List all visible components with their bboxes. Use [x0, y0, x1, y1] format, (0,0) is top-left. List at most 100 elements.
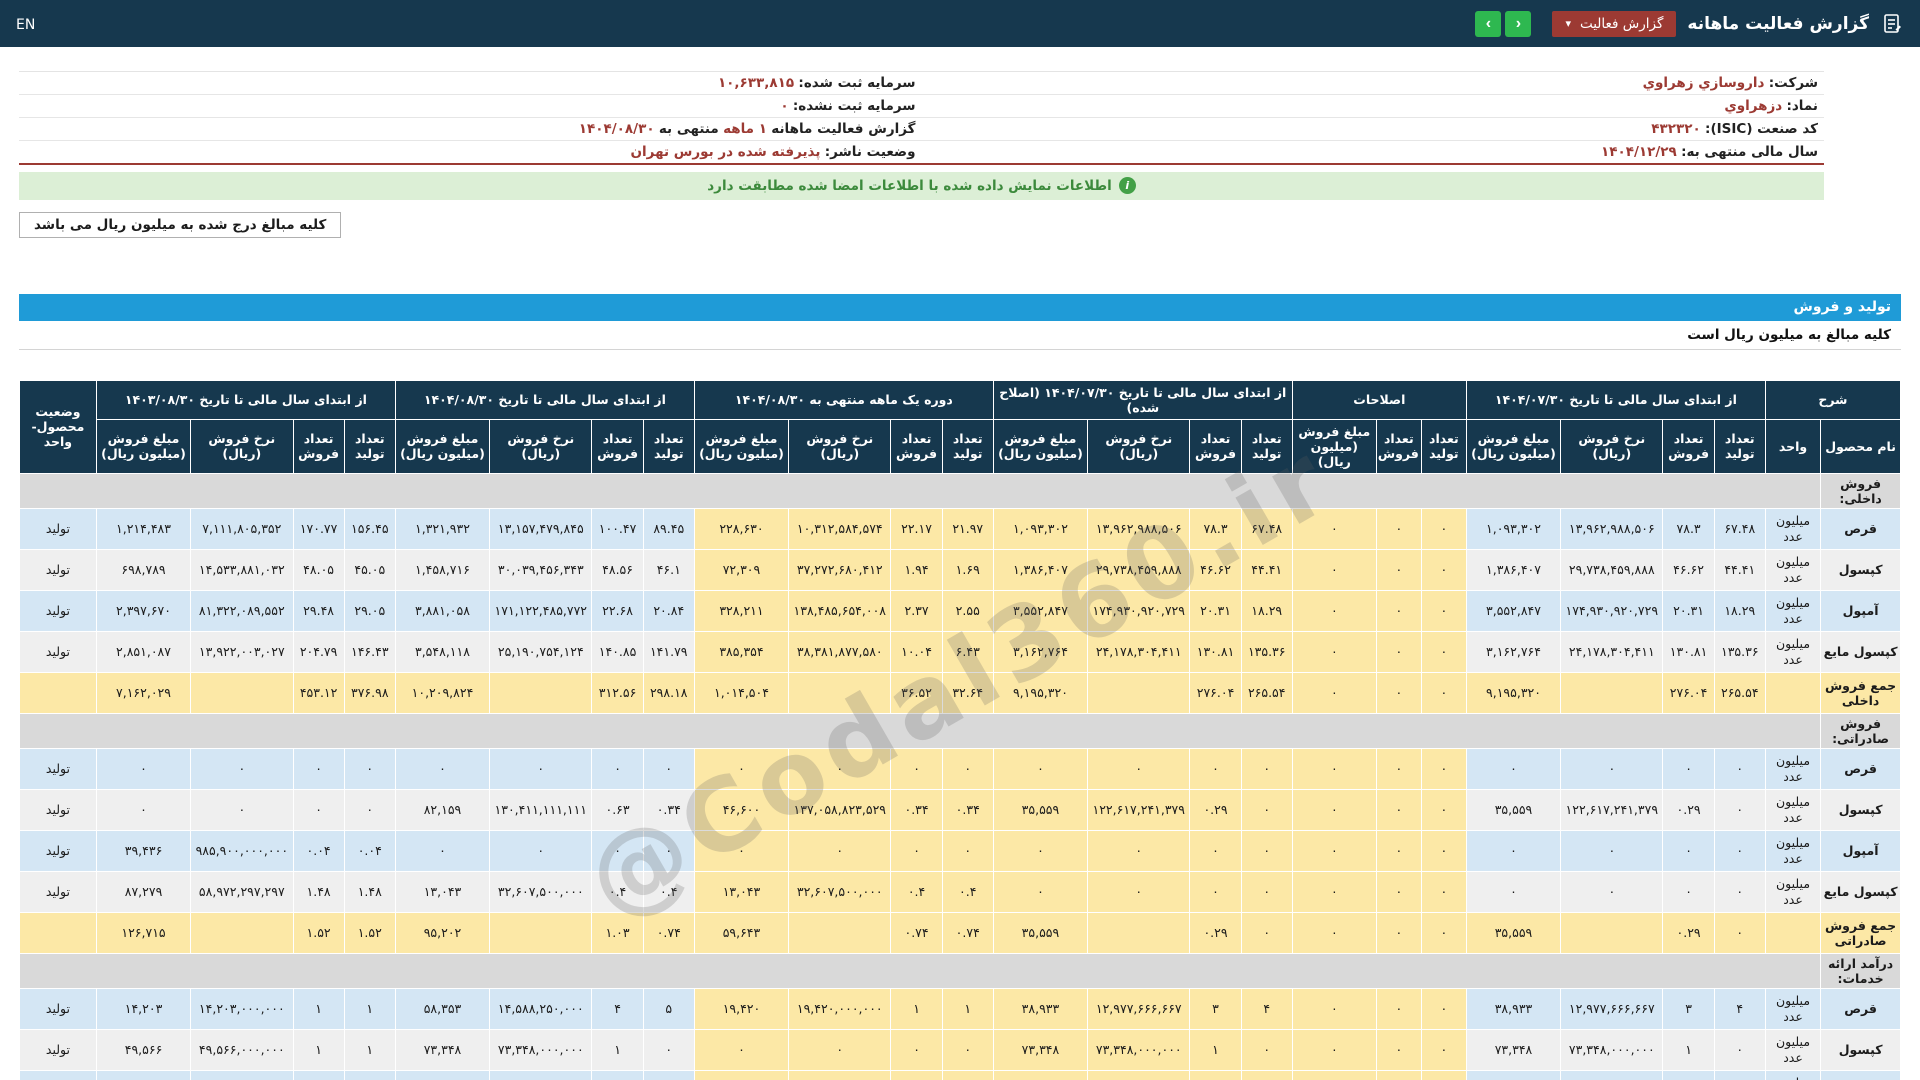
value-cell: ۲۵,۱۹۰,۷۵۴,۱۲۴ — [489, 630, 593, 673]
value-cell: ۳۲,۶۰۷,۵۰۰,۰۰۰ — [788, 870, 892, 913]
column-header: نرخ فروش (ریال) — [489, 418, 593, 474]
column-header: تعداد فروش — [591, 418, 644, 474]
value-cell: ۱۵۶.۴۵ — [343, 507, 396, 550]
value-cell: ۳,۵۴۸,۱۱۸ — [394, 630, 491, 673]
product-status-cell: تولید — [19, 788, 97, 831]
section-row: درآمد ارائه خدمات: — [18, 952, 1901, 989]
value-cell: ۳ — [1662, 1069, 1715, 1080]
report-type-label: گزارش فعالیت — [1579, 15, 1664, 32]
table-row: قرص میلیون عدد ۶۷.۴۸ ۷۸.۳ ۱۳,۹۶۲,۹۸۸,۵۰۶ ۱,۰۹… — [19, 507, 1901, 550]
value-cell: ۰ — [890, 829, 943, 872]
value-cell: ۰ — [190, 747, 294, 790]
section-row: فروش صادراتی: — [18, 712, 1901, 749]
column-group-header: دوره یک ماهه منتهی به ۱۴۰۴/۰۸/۳۰ — [693, 379, 994, 420]
value-cell: ۴۶.۶۲ — [1662, 548, 1715, 591]
value-cell: ۱.۴۸ — [292, 870, 345, 913]
value-cell: ۰ — [343, 747, 396, 790]
value-cell: ۶.۴۳ — [941, 630, 994, 673]
language-toggle[interactable]: EN — [16, 17, 35, 33]
value-cell: ۴۶.۱ — [642, 548, 695, 591]
value-cell: ۲۴,۱۷۸,۳۰۴,۴۱۱ — [1560, 630, 1664, 673]
table-row: کپسول مایع میلیون عدد ۱۳۵.۳۶ ۱۳۰.۸۱ ۲۴,۱۷۸,۳… — [19, 630, 1901, 673]
value-cell: ۱,۰۹۳,۳۰۲ — [1465, 507, 1562, 550]
value-cell: ۰ — [1087, 870, 1191, 913]
value-cell: ۹۸۵,۹۰۰,۰۰۰,۰۰۰ — [190, 829, 294, 872]
value-cell: ۰ — [1375, 1028, 1422, 1071]
column-header: تعداد فروش — [890, 418, 943, 474]
value-cell: ۱۲۲,۶۱۷,۲۴۱,۳۷۹ — [1087, 788, 1191, 831]
symbol-label: نماد: — [1786, 98, 1818, 114]
value-cell: ۲۰.۳۱ — [1189, 589, 1242, 632]
value-cell: ۱ — [343, 1028, 396, 1071]
value-cell: ۰ — [343, 788, 396, 831]
value-cell: ۳۲۸,۲۱۱ — [693, 589, 790, 632]
value-cell: ۴۵.۰۵ — [343, 548, 396, 591]
product-unit-cell: میلیون عدد — [1764, 1069, 1822, 1080]
value-cell: ۴۶,۶۰۰ — [693, 788, 790, 831]
value-cell: ۷۳,۳۴۸ — [992, 1028, 1089, 1071]
nav-forward-button[interactable]: › — [1475, 10, 1502, 37]
column-header: نرخ فروش (ریال) — [788, 418, 892, 474]
report-period-date: ۱۴۰۴/۰۸/۳۰ — [578, 121, 655, 137]
section-subtitle: کلیه مبالغ به میلیون ریال است — [19, 320, 1901, 350]
value-cell: ۱۳۵.۳۶ — [1240, 630, 1293, 673]
value-cell: ۲ — [1240, 1069, 1293, 1080]
value-cell: ۰ — [1420, 829, 1467, 872]
isic-label: کد صنعت (ISIC): — [1705, 121, 1818, 137]
isic-cell: کد صنعت (ISIC): ۴۳۲۳۲۰ — [921, 117, 1824, 141]
section-filler-cell — [18, 712, 1822, 749]
value-cell: ۰ — [591, 829, 644, 872]
value-cell: ۹,۱۹۵,۳۲۰ — [992, 671, 1089, 714]
value-cell: ۷۸.۳ — [1189, 507, 1242, 550]
value-cell: ۱.۹۴ — [890, 548, 943, 591]
value-cell: ۳۷۶.۹۸ — [343, 671, 396, 714]
value-cell: ۱,۳۸۶,۴۰۷ — [1465, 548, 1562, 591]
info-row: شرکت: داروسازي زهراوي سرمایه ثبت شده: ۱۰… — [19, 71, 1824, 95]
value-cell: ۰ — [1291, 987, 1377, 1030]
value-cell: ۱۴۱.۷۹ — [642, 630, 695, 673]
product-status-cell: تولید — [19, 589, 97, 632]
product-name-cell: کپسول — [1820, 788, 1901, 831]
value-cell: ۳۸,۹۳۳ — [992, 987, 1089, 1030]
report-type-dropdown[interactable]: گزارش فعالیت ▾ — [1552, 10, 1677, 37]
value-cell: ۰ — [95, 788, 192, 831]
value-cell: ۱.۶۹ — [941, 548, 994, 591]
product-name-cell: قرص — [1820, 507, 1901, 550]
value-cell: ۱۷۴,۹۳۰,۹۲۰,۷۲۹ — [1560, 589, 1664, 632]
value-cell: ۲ — [1713, 1069, 1766, 1080]
value-cell: ۰ — [941, 829, 994, 872]
product-unit-cell: میلیون عدد — [1764, 548, 1822, 591]
nav-back-button[interactable]: ‹ — [1505, 10, 1532, 37]
value-cell: ۴ — [1240, 987, 1293, 1030]
value-cell: ۰ — [1420, 747, 1467, 790]
value-cell: ۱۳۷,۰۵۸,۸۲۳,۵۲۹ — [788, 788, 892, 831]
value-cell: ۴۷,۵۸۹,۶۶۶,۶۶۷ — [1087, 1069, 1191, 1080]
value-cell: ۰ — [1420, 630, 1467, 673]
product-status-cell: تولید — [19, 870, 97, 913]
value-cell: ۱ — [1189, 1028, 1242, 1071]
value-cell — [1560, 911, 1664, 954]
value-cell: ۰ — [1375, 548, 1422, 591]
production-sales-section: تولید و فروش کلیه مبالغ به میلیون ریال ا… — [18, 293, 1902, 1080]
company-value: داروسازي زهراوي — [1642, 75, 1765, 91]
value-cell: ۱۲,۹۷۷,۶۶۶,۶۶۷ — [1560, 987, 1664, 1030]
value-cell: ۷,۱۶۲,۰۲۹ — [95, 671, 192, 714]
value-cell: ۰ — [890, 1069, 943, 1080]
report-icon — [1880, 12, 1904, 36]
value-cell: ۲۷۶.۰۴ — [1189, 671, 1242, 714]
value-cell: ۱۲۶,۷۱۵ — [95, 911, 192, 954]
value-cell: ۲۱.۹۷ — [941, 507, 994, 550]
value-cell: ۲۹,۷۳۸,۴۵۹,۸۸۸ — [1560, 548, 1664, 591]
table-row: آمپولمیلیون عدد۲۳۴۷,۵۸۹,۶۶۶,۶۶۷۱۴۲,۷۶۹۰۰… — [19, 1069, 1901, 1080]
value-cell: ۰.۷۴ — [642, 911, 695, 954]
value-cell: ۳۶.۵۲ — [890, 671, 943, 714]
value-cell: ۱,۳۸۶,۴۰۷ — [992, 548, 1089, 591]
value-cell: ۸۱,۳۲۲,۰۸۹,۵۵۲ — [190, 589, 294, 632]
report-period-cell: گزارش فعالیت ماهانه ۱ ماهه منتهی به ۱۴۰۴… — [19, 117, 922, 141]
value-cell: ۳۹,۴۳۶ — [95, 829, 192, 872]
value-cell: ۰ — [642, 1028, 695, 1071]
value-cell: ۰ — [941, 1028, 994, 1071]
column-header: نرخ فروش (ریال) — [1560, 418, 1664, 474]
company-label: شرکت: — [1768, 75, 1818, 91]
value-cell: ۱.۵۲ — [343, 911, 396, 954]
